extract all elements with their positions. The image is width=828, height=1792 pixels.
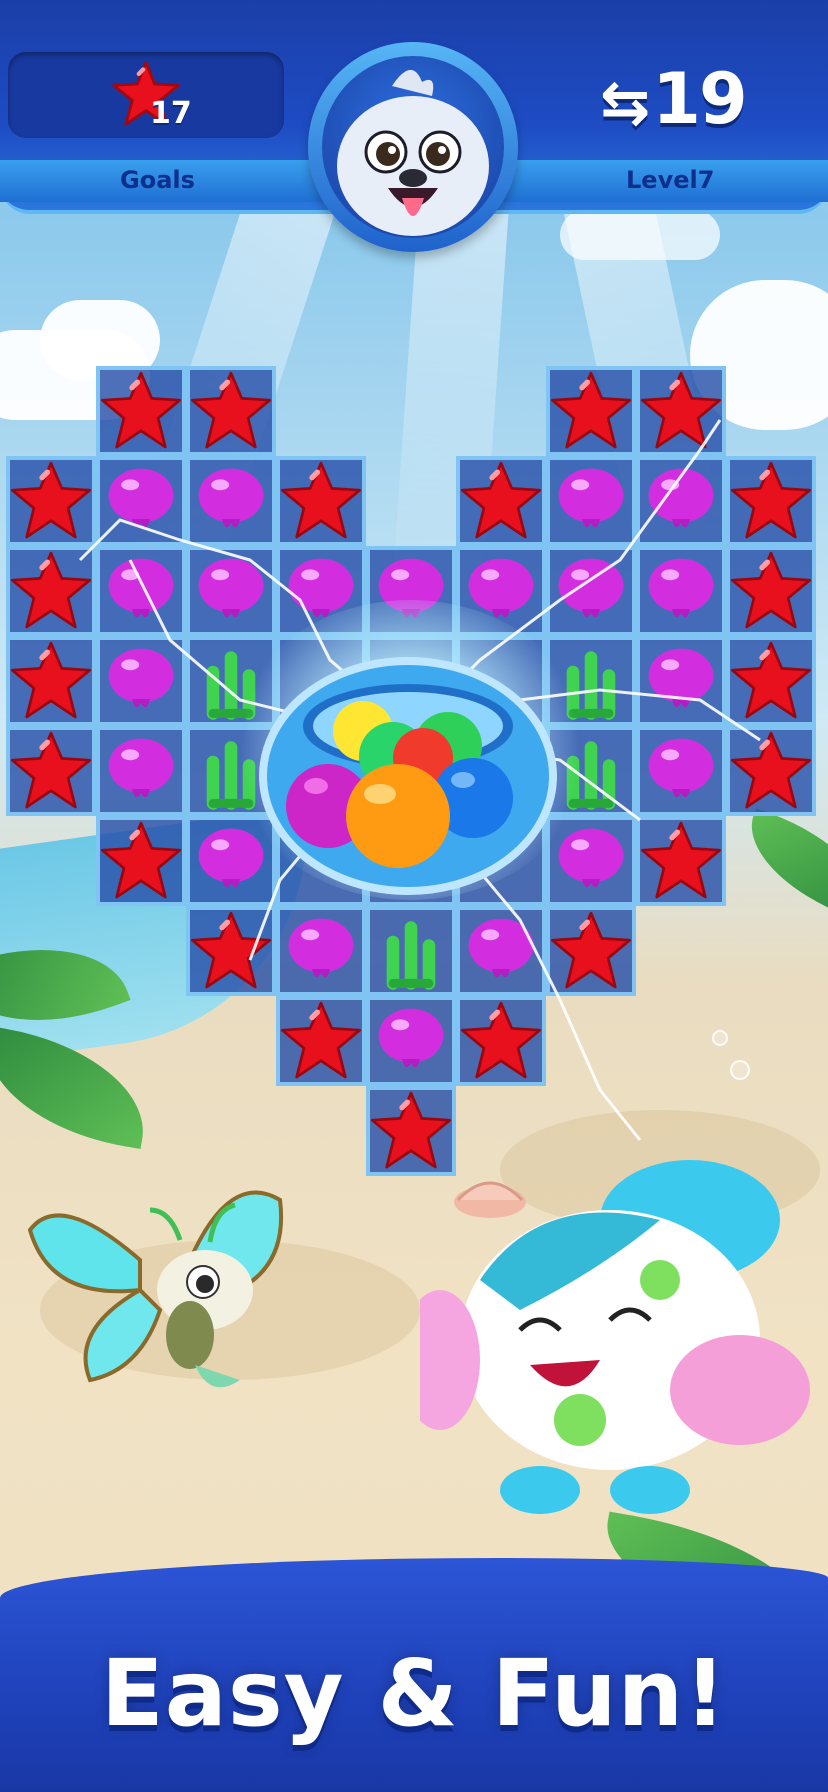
lightning-effect bbox=[78, 419, 761, 1141]
bubble bbox=[730, 1060, 750, 1080]
bubble bbox=[712, 1030, 728, 1046]
fishbowl-of-colored-balls[interactable] bbox=[258, 646, 558, 896]
pufferfish-character bbox=[420, 1160, 810, 1514]
tagline: Easy & Fun! bbox=[100, 1640, 728, 1747]
butterfly-fish-character bbox=[27, 1190, 284, 1388]
